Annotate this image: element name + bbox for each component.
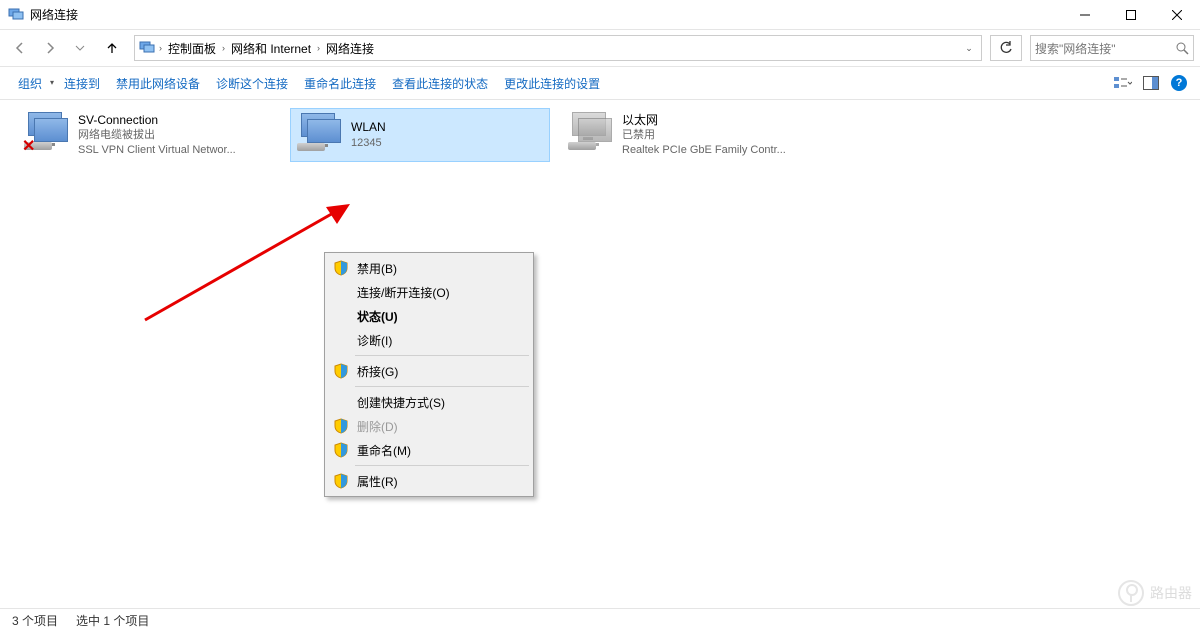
- connection-icon: ✕: [22, 110, 72, 152]
- help-button[interactable]: ?: [1168, 72, 1190, 94]
- watermark-text: 路由器: [1150, 583, 1192, 603]
- connection-icon: [566, 110, 616, 152]
- search-icon: [1175, 41, 1189, 55]
- cmd-status[interactable]: 查看此连接的状态: [384, 75, 496, 92]
- back-button[interactable]: [6, 34, 34, 62]
- cmd-rename[interactable]: 重命名此连接: [296, 75, 384, 92]
- minimize-button[interactable]: [1062, 0, 1108, 30]
- conn-status: 网络电缆被拔出: [78, 128, 236, 143]
- menu-item[interactable]: 诊断(I): [327, 328, 531, 352]
- conn-status: 12345: [351, 136, 386, 151]
- conn-name: 以太网: [622, 112, 786, 128]
- menu-item-label: 诊断(I): [357, 332, 392, 349]
- view-options-button[interactable]: [1112, 72, 1134, 94]
- address-bar[interactable]: › 控制面板 › 网络和 Internet › 网络连接 ⌄: [134, 35, 982, 61]
- watermark: 路由器: [1118, 580, 1192, 606]
- search-placeholder: 搜索"网络连接": [1035, 40, 1175, 57]
- crumb-1[interactable]: 网络和 Internet: [227, 40, 315, 57]
- menu-item-label: 删除(D): [357, 418, 398, 435]
- status-selected: 选中 1 个项目: [76, 612, 149, 629]
- conn-name: SV-Connection: [78, 112, 236, 128]
- address-dropdown[interactable]: ⌄: [959, 43, 979, 54]
- menu-item[interactable]: 属性(R): [327, 469, 531, 493]
- refresh-button[interactable]: [990, 35, 1022, 61]
- conn-name: WLAN: [351, 119, 386, 135]
- menu-item: 删除(D): [327, 414, 531, 438]
- crumb-sep[interactable]: ›: [220, 43, 227, 53]
- conn-status: 已禁用: [622, 128, 786, 143]
- connection-ethernet[interactable]: 以太网 已禁用 Realtek PCIe GbE Family Contr...: [562, 108, 822, 162]
- crumb-2[interactable]: 网络连接: [322, 40, 378, 57]
- crumb-sep[interactable]: ›: [157, 43, 164, 53]
- connection-icon: [295, 111, 345, 153]
- status-bar: 3 个项目 选中 1 个项目: [0, 608, 1200, 632]
- disconnected-x-icon: ✕: [22, 136, 38, 152]
- organize-menu[interactable]: 组织: [10, 75, 56, 92]
- watermark-logo-icon: [1118, 580, 1144, 606]
- menu-separator: [355, 386, 529, 387]
- menu-item[interactable]: 禁用(B): [327, 256, 531, 280]
- maximize-button[interactable]: [1108, 0, 1154, 30]
- cmd-disable[interactable]: 禁用此网络设备: [108, 75, 208, 92]
- menu-item-label: 创建快捷方式(S): [357, 394, 445, 411]
- recent-dropdown[interactable]: [66, 34, 94, 62]
- crumb-sep[interactable]: ›: [315, 43, 322, 53]
- menu-item-label: 属性(R): [357, 473, 398, 490]
- close-button[interactable]: [1154, 0, 1200, 30]
- navbar: › 控制面板 › 网络和 Internet › 网络连接 ⌄ 搜索"网络连接": [0, 30, 1200, 66]
- menu-item-label: 连接/断开连接(O): [357, 284, 450, 301]
- menu-item[interactable]: 桥接(G): [327, 359, 531, 383]
- command-bar: 组织 连接到 禁用此网络设备 诊断这个连接 重命名此连接 查看此连接的状态 更改…: [0, 66, 1200, 100]
- preview-pane-button[interactable]: [1140, 72, 1162, 94]
- menu-item[interactable]: 连接/断开连接(O): [327, 280, 531, 304]
- conn-device: SSL VPN Client Virtual Networ...: [78, 143, 236, 158]
- menu-item[interactable]: 创建快捷方式(S): [327, 390, 531, 414]
- conn-device: Realtek PCIe GbE Family Contr...: [622, 143, 786, 158]
- up-button[interactable]: [100, 34, 124, 62]
- forward-button[interactable]: [36, 34, 64, 62]
- status-count: 3 个项目: [12, 612, 58, 629]
- app-icon: [8, 7, 24, 23]
- cmd-settings[interactable]: 更改此连接的设置: [496, 75, 608, 92]
- menu-item[interactable]: 状态(U): [327, 304, 531, 328]
- titlebar: 网络连接: [0, 0, 1200, 30]
- cmd-diagnose[interactable]: 诊断这个连接: [208, 75, 296, 92]
- connection-wlan[interactable]: WLAN 12345: [290, 108, 550, 162]
- menu-separator: [355, 355, 529, 356]
- cmd-connect[interactable]: 连接到: [56, 75, 108, 92]
- menu-item-label: 状态(U): [357, 308, 398, 325]
- crumb-0[interactable]: 控制面板: [164, 40, 220, 57]
- menu-item[interactable]: 重命名(M): [327, 438, 531, 462]
- connection-sv[interactable]: ✕ SV-Connection 网络电缆被拔出 SSL VPN Client V…: [18, 108, 278, 162]
- context-menu: 禁用(B) 连接/断开连接(O) 状态(U) 诊断(I) 桥接(G) 创建快捷方式(S) 删…: [324, 252, 534, 497]
- menu-item-label: 桥接(G): [357, 363, 398, 380]
- search-box[interactable]: 搜索"网络连接": [1030, 35, 1194, 61]
- menu-item-label: 重命名(M): [357, 442, 411, 459]
- content-area: ✕ SV-Connection 网络电缆被拔出 SSL VPN Client V…: [0, 100, 1200, 600]
- window-title: 网络连接: [30, 6, 78, 23]
- menu-separator: [355, 465, 529, 466]
- location-icon: [139, 40, 155, 56]
- menu-item-label: 禁用(B): [357, 260, 397, 277]
